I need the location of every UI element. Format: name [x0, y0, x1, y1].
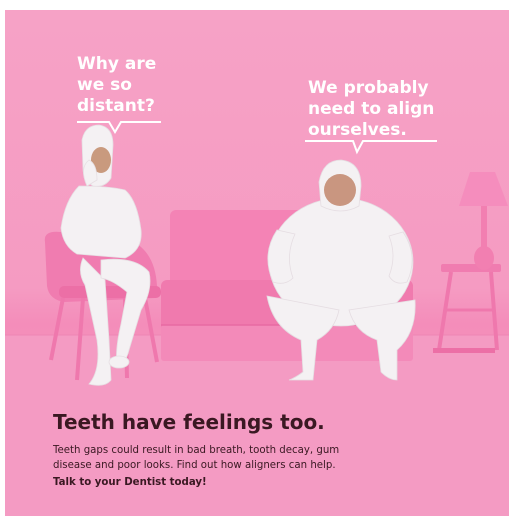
right-speech-bubble — [305, 140, 437, 155]
headline: Teeth have feelings too. — [53, 410, 325, 434]
table-lamp — [459, 172, 508, 270]
right-bubble-text: We probably need to align ourselves. — [308, 78, 435, 140]
left-bubble-text: Why are we so distant? — [77, 54, 157, 116]
ad-poster: Why are we so distant? We probably need … — [5, 10, 509, 516]
body-copy: Teeth gaps could result in bad breath, t… — [53, 445, 340, 471]
call-to-action: Talk to your Dentist today! — [53, 477, 207, 488]
